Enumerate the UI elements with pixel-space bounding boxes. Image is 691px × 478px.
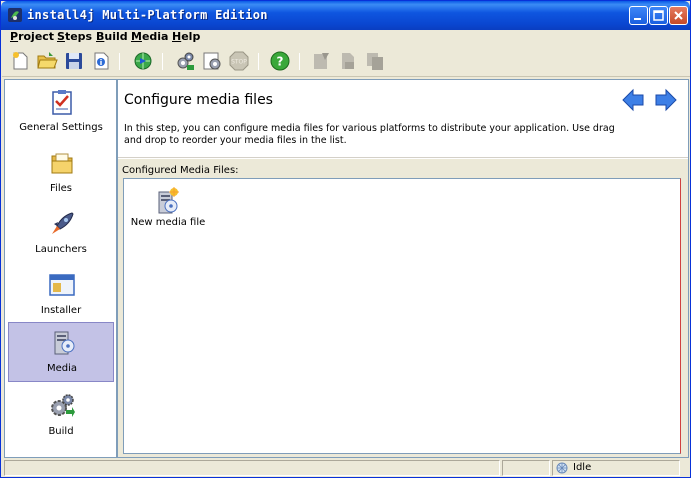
sidebar-item-files[interactable]: Files (8, 143, 114, 203)
gears-icon (51, 394, 75, 417)
help-icon[interactable]: ? (269, 50, 291, 72)
svg-text:STOP: STOP (231, 59, 247, 66)
media-server-icon (54, 331, 75, 355)
back-arrow-icon[interactable] (621, 88, 645, 112)
app-window: install4j Multi-Platform Edition Project… (0, 0, 691, 478)
status-cell-state (552, 460, 680, 476)
copy-doc-icon[interactable] (364, 50, 386, 72)
folder-icon (51, 153, 73, 174)
status-bar: Idle (2, 460, 690, 477)
minimize-icon (634, 18, 641, 20)
toolbar-separator (299, 53, 300, 70)
menu-steps[interactable]: Steps (57, 30, 92, 44)
menu-media[interactable]: Media (131, 30, 168, 44)
list-item-new-media-file[interactable]: New media file (131, 187, 205, 235)
sidebar-item-label: Installer (40, 305, 82, 316)
toolbar-separator (258, 53, 259, 70)
sidebar-item-launchers[interactable]: Launchers (8, 204, 114, 264)
window-title: install4j Multi-Platform Edition (27, 8, 268, 22)
maximize-icon (653, 10, 664, 21)
sidebar-item-label: Build (48, 426, 74, 437)
properties-icon[interactable] (90, 50, 112, 72)
forward-arrow-icon[interactable] (654, 88, 678, 112)
stop-icon[interactable]: STOP (228, 50, 250, 72)
rocket-icon (52, 212, 74, 234)
checklist-icon (52, 90, 72, 115)
sidebar-item-label: Launchers (35, 244, 87, 255)
step-content: Configured Media Files: New media file (118, 159, 688, 457)
menu-help[interactable]: Help (172, 30, 200, 44)
title-bar[interactable]: install4j Multi-Platform Edition (1, 1, 690, 30)
new-project-icon[interactable] (9, 50, 31, 72)
page-title: Configure media files (124, 92, 273, 108)
toolbar: STOP ? (2, 46, 690, 77)
menu-bar: Project Steps Build Media Help (2, 30, 690, 46)
open-project-icon[interactable] (36, 50, 58, 72)
status-cell-main (4, 460, 500, 476)
build-icon[interactable] (174, 50, 196, 72)
step-header: Configure media files In this step, you … (118, 80, 688, 158)
status-cell-middle (502, 460, 550, 476)
sidebar-item-general-settings[interactable]: General Settings (8, 82, 114, 142)
menu-project[interactable]: Project (10, 30, 54, 44)
minimize-button[interactable] (629, 6, 648, 25)
sidebar-item-label: General Settings (19, 122, 103, 133)
close-button[interactable] (669, 6, 688, 25)
sidebar-item-label: Media (46, 363, 78, 374)
toolbar-separator (119, 53, 120, 70)
main-panel: Configure media files In this step, you … (117, 79, 689, 458)
sidebar-item-installer[interactable]: Installer (8, 265, 114, 325)
status-text: Idle (573, 462, 592, 473)
window-icon (49, 274, 75, 296)
section-label: Configured Media Files: (122, 165, 239, 176)
step-description: In this step, you can configure media fi… (124, 123, 615, 146)
launcher-icon[interactable] (310, 50, 332, 72)
list-item-label: New media file (130, 217, 206, 228)
save-icon[interactable] (63, 50, 85, 72)
maximize-button[interactable] (649, 6, 668, 25)
build-settings-icon[interactable] (201, 50, 223, 72)
app-icon (8, 8, 22, 22)
svg-text:?: ? (277, 55, 284, 69)
idle-icon (556, 462, 568, 474)
menu-build[interactable]: Build (96, 30, 128, 44)
close-icon (674, 11, 683, 20)
new-media-file-icon (158, 187, 179, 214)
media-doc-icon[interactable] (337, 50, 359, 72)
sidebar-item-label: Files (50, 183, 72, 194)
web-icon[interactable] (132, 50, 154, 72)
sidebar-item-build[interactable]: Build (8, 386, 114, 446)
sidebar: General Settings Files Launchers Install… (4, 79, 117, 458)
media-files-list[interactable]: New media file (123, 178, 681, 454)
toolbar-separator (162, 53, 163, 70)
sidebar-item-media[interactable]: Media (8, 322, 114, 382)
